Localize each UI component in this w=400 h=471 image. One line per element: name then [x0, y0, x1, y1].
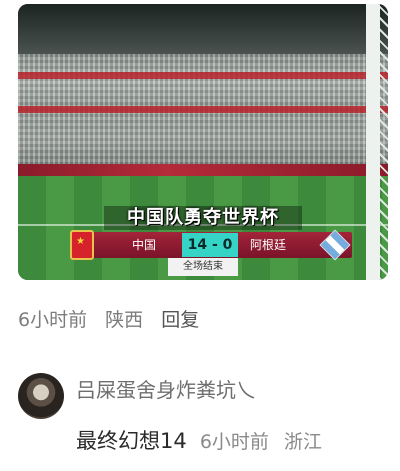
- comment-time: 6小时前: [199, 431, 269, 453]
- star-icon: ★: [76, 236, 85, 247]
- stadium-stands: [18, 4, 388, 174]
- china-flag-icon: ★: [70, 230, 94, 260]
- away-team: 阿根廷: [250, 238, 287, 252]
- reply-button[interactable]: 回复: [161, 309, 199, 331]
- stand-band: [18, 72, 388, 79]
- ad-board: [18, 164, 388, 176]
- post-meta: 6小时前 陕西 回复: [18, 306, 211, 334]
- comment-text: 最终幻想14: [76, 429, 187, 453]
- goal-net: [380, 4, 388, 280]
- home-team: 中国: [132, 238, 157, 252]
- comment-username[interactable]: 吕屎蛋舍身炸粪坑乀: [76, 376, 256, 404]
- match-status: 全场结束: [168, 258, 238, 276]
- argentina-flag-icon: [319, 229, 351, 261]
- scoreboard: ★ 中国 14 - 0 阿根廷: [70, 229, 352, 261]
- avatar-icon[interactable]: [18, 373, 64, 419]
- goal-post: [366, 4, 380, 280]
- score: 14 - 0: [182, 233, 238, 257]
- post-location: 陕西: [105, 309, 144, 331]
- comment-reply: 最终幻想14 6小时前 浙江: [76, 426, 332, 456]
- comment-location: 浙江: [284, 431, 323, 453]
- video-thumbnail[interactable]: 中国队勇夺世界杯 ★ 中国 14 - 0 阿根廷 全场结束: [18, 4, 388, 280]
- stadium-roof: [18, 4, 388, 54]
- video-headline: 中国队勇夺世界杯: [104, 206, 302, 230]
- stand-band: [18, 106, 388, 113]
- post-time: 6小时前: [18, 309, 88, 331]
